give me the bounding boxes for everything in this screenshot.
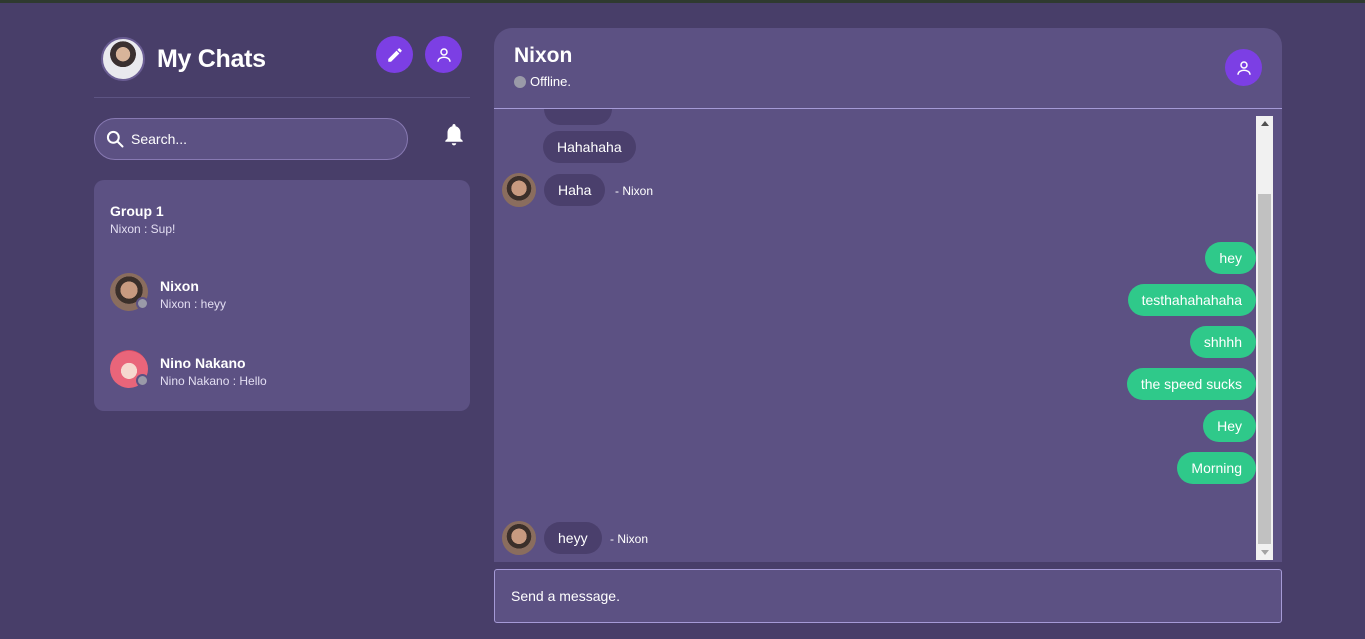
scroll-down-button[interactable] xyxy=(1256,546,1273,560)
message-sender: - Nixon xyxy=(615,184,654,198)
bell-icon xyxy=(445,124,463,146)
chat-panel: Nixon Offline. Hahahaha Haha - Nixon hey… xyxy=(494,28,1282,562)
chat-item-nino-nakano[interactable]: Nino Nakano Nino Nakano : Hello xyxy=(94,342,470,412)
new-chat-button[interactable] xyxy=(376,36,413,73)
chat-item-group-1[interactable]: Group 1 Nixon : Sup! xyxy=(94,190,470,260)
message-bubble-outgoing: shhhh xyxy=(1189,326,1256,358)
chat-item-nixon[interactable]: Nixon Nixon : heyy xyxy=(94,265,470,335)
message-bubble-incoming: heyy xyxy=(544,522,602,554)
header-divider xyxy=(94,97,470,98)
page-title: My Chats xyxy=(157,45,266,73)
presence-status: Offline. xyxy=(514,74,571,89)
avatar xyxy=(502,521,536,555)
message-bubble-outgoing: Hey xyxy=(1203,410,1256,442)
presence-status-text: Offline. xyxy=(530,74,571,89)
notifications-button[interactable] xyxy=(442,122,466,153)
pencil-icon xyxy=(387,47,402,62)
view-profile-button[interactable] xyxy=(1225,49,1262,86)
user-icon xyxy=(436,47,451,62)
profile-button[interactable] xyxy=(425,36,462,73)
chat-list: Group 1 Nixon : Sup! Nixon Nixon : heyy … xyxy=(94,180,470,411)
search-icon xyxy=(106,130,124,148)
message-bubble-incoming: Hahahaha xyxy=(543,131,636,163)
user-icon xyxy=(1236,60,1251,75)
chat-item-name: Nixon xyxy=(160,278,199,294)
message-input[interactable] xyxy=(511,588,1251,604)
message-bubble-outgoing: testhahahahaha xyxy=(1127,284,1256,316)
offline-status-dot xyxy=(136,374,149,387)
chat-header-name: Nixon xyxy=(514,44,573,67)
message-bubble-partial xyxy=(544,109,612,125)
scroll-thumb[interactable] xyxy=(1258,194,1271,544)
chat-item-preview: Nixon : heyy xyxy=(160,297,227,311)
offline-status-dot xyxy=(136,297,149,310)
my-avatar[interactable] xyxy=(101,37,145,81)
window-top-border xyxy=(0,0,1365,3)
chat-item-name: Nino Nakano xyxy=(160,355,246,371)
message-bubble-outgoing: hey xyxy=(1205,242,1256,274)
chat-item-preview: Nino Nakano : Hello xyxy=(160,374,267,388)
chat-item-preview: Nixon : Sup! xyxy=(110,222,176,236)
message-bubble-outgoing: the speed sucks xyxy=(1126,368,1256,400)
message-bubble-incoming: Haha xyxy=(544,174,606,206)
avatar xyxy=(502,173,536,207)
message-list: Hahahaha Haha - Nixon hey testhahahahaha… xyxy=(494,109,1256,562)
scroll-up-button[interactable] xyxy=(1256,116,1273,130)
chat-item-name: Group 1 xyxy=(110,203,164,219)
message-composer[interactable] xyxy=(494,569,1282,623)
offline-status-dot xyxy=(514,75,526,88)
scroll-up-arrow-icon xyxy=(1260,121,1269,126)
message-scrollbar[interactable] xyxy=(1256,116,1273,560)
message-bubble-outgoing: Morning xyxy=(1177,452,1256,484)
scroll-down-arrow-icon xyxy=(1260,550,1269,555)
search-bar[interactable] xyxy=(94,118,408,160)
message-sender: - Nixon xyxy=(610,532,649,546)
search-input[interactable] xyxy=(131,131,381,147)
